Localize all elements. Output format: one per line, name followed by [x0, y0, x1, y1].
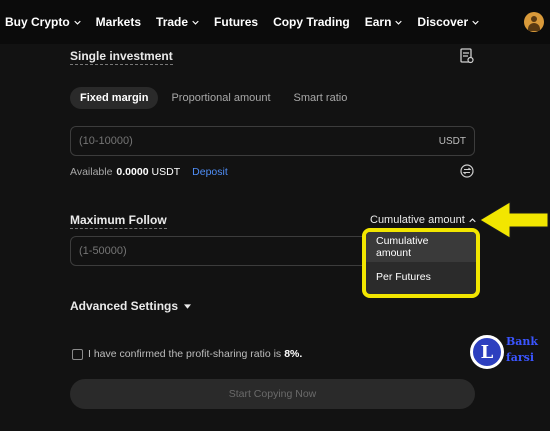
- document-icon[interactable]: [460, 48, 474, 64]
- investment-mode-tabs: Fixed margin Proportional amount Smart r…: [70, 87, 360, 109]
- nav-futures-label: Futures: [214, 15, 259, 29]
- nav-markets[interactable]: Markets: [96, 15, 141, 29]
- nav-discover[interactable]: Discover: [417, 15, 479, 29]
- bankfarsi-logo: L Bank farsi: [470, 333, 550, 375]
- caret-down-icon: [184, 303, 192, 309]
- advanced-settings-label: Advanced Settings: [70, 299, 179, 313]
- tab-smart-ratio[interactable]: Smart ratio: [284, 87, 358, 109]
- logo-line1: Bank: [506, 335, 539, 348]
- follow-mode-label: Cumulative amount: [370, 214, 465, 226]
- profit-sharing-ratio: 8%.: [284, 348, 303, 360]
- investment-unit-label: USDT: [438, 135, 466, 147]
- confirm-text: I have confirmed the profit-sharing rati…: [88, 348, 282, 360]
- confirm-checkbox[interactable]: [72, 348, 83, 360]
- nav-buy-crypto-label: Buy Crypto: [5, 15, 70, 29]
- chevron-down-icon: [73, 20, 81, 25]
- chevron-down-icon: [395, 20, 403, 25]
- deposit-link[interactable]: Deposit: [192, 166, 228, 178]
- single-investment-title: Single investment: [70, 49, 173, 65]
- follow-mode-dropdown: Cumulative amount Per Futures: [362, 228, 480, 298]
- tab-fixed-margin[interactable]: Fixed margin: [70, 87, 159, 109]
- advanced-settings-toggle[interactable]: Advanced Settings: [70, 299, 192, 313]
- available-value: 0.0000: [116, 166, 149, 178]
- top-nav: Buy Crypto Markets Trade Futures Copy Tr…: [0, 0, 550, 44]
- option-cumulative-amount[interactable]: Cumulative amount: [366, 232, 476, 262]
- tab-proportional-amount[interactable]: Proportional amount: [161, 87, 280, 109]
- swap-icon[interactable]: [460, 164, 474, 178]
- follow-mode-select[interactable]: Cumulative amount: [370, 214, 476, 226]
- nav-earn-label: Earn: [364, 15, 392, 29]
- logo-letter: L: [470, 335, 504, 369]
- maximum-follow-title: Maximum Follow: [70, 213, 167, 229]
- nav-buy-crypto[interactable]: Buy Crypto: [5, 15, 81, 29]
- available-label: Available: [70, 166, 113, 178]
- option-per-futures[interactable]: Per Futures: [366, 262, 476, 292]
- profit-sharing-confirm: I have confirmed the profit-sharing rati…: [72, 348, 302, 360]
- nav-discover-label: Discover: [417, 15, 469, 29]
- nav-futures[interactable]: Futures: [214, 15, 258, 29]
- chevron-down-icon: [192, 20, 199, 25]
- nav-copy-trading[interactable]: Copy Trading: [273, 15, 350, 29]
- start-copying-button[interactable]: Start Copying Now: [70, 379, 475, 409]
- investment-amount-field: USDT: [70, 126, 475, 156]
- investment-amount-input[interactable]: [79, 135, 379, 147]
- nav-trade-label: Trade: [156, 15, 189, 29]
- nav-markets-label: Markets: [95, 15, 142, 29]
- available-balance: Available 0.0000 USDT Deposit: [70, 166, 228, 178]
- chevron-down-icon: [472, 20, 479, 25]
- annotation-arrow-icon: [479, 201, 549, 239]
- available-unit: USDT: [151, 166, 181, 178]
- nav-earn[interactable]: Earn: [365, 15, 403, 29]
- max-follow-input[interactable]: [79, 245, 379, 257]
- logo-line2: farsi: [506, 351, 535, 364]
- nav-trade[interactable]: Trade: [156, 15, 199, 29]
- user-avatar-icon[interactable]: [524, 12, 544, 32]
- nav-copy-trading-label: Copy Trading: [273, 15, 350, 29]
